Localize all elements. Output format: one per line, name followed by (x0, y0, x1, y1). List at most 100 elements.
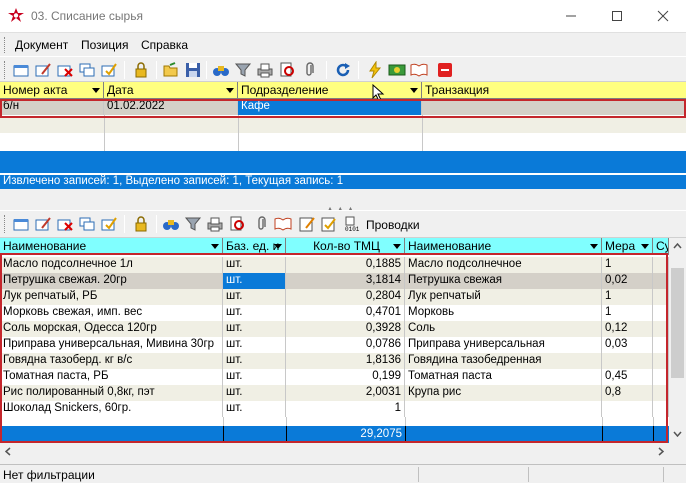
check-document-icon[interactable] (100, 61, 118, 79)
cell-name[interactable]: Приправа универсальная, Мивина 30гр (0, 337, 223, 353)
cell-name[interactable]: Морковь свежая, имп. вес (0, 305, 223, 321)
attachment-icon[interactable] (300, 61, 318, 79)
cell-date[interactable]: 01.02.2022 (104, 99, 238, 115)
cell-quantity[interactable]: 0,199 (286, 369, 405, 385)
col-header-name2[interactable]: Наименование (405, 238, 602, 255)
cell-unit[interactable]: шт. (223, 353, 286, 369)
check-list-icon[interactable] (320, 215, 338, 233)
dropdown-arrow-icon[interactable] (410, 88, 418, 93)
edit-position-icon[interactable] (34, 215, 52, 233)
delete-document-icon[interactable] (56, 61, 74, 79)
dropdown-arrow-icon[interactable] (393, 244, 401, 249)
col-header-name[interactable]: Наименование (0, 238, 223, 255)
cell-department[interactable]: Кафе (238, 99, 422, 115)
book-icon[interactable] (274, 215, 292, 233)
cell-unit[interactable]: шт. (223, 257, 286, 273)
vertical-scrollbar[interactable] (669, 238, 686, 443)
copy-document-icon[interactable] (78, 61, 96, 79)
dropdown-arrow-icon[interactable] (226, 88, 234, 93)
check-position-icon[interactable] (100, 215, 118, 233)
cell-unit[interactable]: шт. (223, 305, 286, 321)
cell-name2[interactable]: Лук репчатый (405, 289, 602, 305)
cell-measure[interactable] (602, 353, 653, 369)
open-folder-icon[interactable] (162, 61, 180, 79)
cell-unit[interactable]: шт. (223, 321, 286, 337)
col-header-base-unit[interactable]: Баз. ед. и (223, 238, 286, 255)
cell-quantity[interactable]: 1 (286, 401, 405, 417)
cell-sum[interactable] (653, 369, 669, 385)
menu-document[interactable]: Документ (15, 38, 68, 52)
col-header-sum[interactable]: Су (653, 238, 669, 255)
cell-sum[interactable] (653, 321, 669, 337)
cell-name[interactable]: Масло подсолнечное 1л (0, 257, 223, 273)
money-icon[interactable] (388, 61, 406, 79)
lock-icon[interactable] (132, 61, 150, 79)
cell-act-number[interactable]: б/н (0, 99, 104, 115)
cell-measure[interactable]: 0,12 (602, 321, 653, 337)
filter-icon[interactable] (184, 215, 202, 233)
cell-name[interactable]: Соль морская, Одесса 120гр (0, 321, 223, 337)
new-position-icon[interactable] (12, 215, 30, 233)
filter-icon[interactable] (234, 61, 252, 79)
menu-help[interactable]: Справка (141, 38, 188, 52)
cell-measure[interactable]: 0,02 (602, 273, 653, 289)
new-document-icon[interactable] (12, 61, 30, 79)
col-header-quantity[interactable]: Кол-во ТМЦ (286, 238, 405, 255)
cell-name2[interactable]: Томатная паста (405, 369, 602, 385)
cell-name2[interactable]: Соль (405, 321, 602, 337)
col-header-measure[interactable]: Мера (602, 238, 653, 255)
cell-quantity[interactable]: 0,2804 (286, 289, 405, 305)
attachment-icon[interactable] (252, 215, 270, 233)
dropdown-arrow-icon[interactable] (211, 244, 219, 249)
col-header-date[interactable]: Дата (104, 82, 238, 99)
cell-name2[interactable] (405, 401, 602, 417)
cell-name2[interactable]: Масло подсолнечное (405, 257, 602, 273)
col-header-act-number[interactable]: Номер акта (0, 82, 104, 99)
cell-name[interactable]: Говядна тазоберд. кг в/с (0, 353, 223, 369)
cell-measure[interactable] (602, 401, 653, 417)
cell-measure[interactable]: 1 (602, 305, 653, 321)
postings-button[interactable]: Проводки (366, 218, 420, 232)
dropdown-arrow-icon[interactable] (590, 244, 598, 249)
print-icon[interactable] (256, 61, 274, 79)
cell-name2[interactable]: Петрушка свежая (405, 273, 602, 289)
cell-sum[interactable] (653, 385, 669, 401)
cell-quantity[interactable]: 0,4701 (286, 305, 405, 321)
cell-name2[interactable]: Крупа рис (405, 385, 602, 401)
dropdown-arrow-icon[interactable] (641, 244, 649, 249)
close-button[interactable] (640, 0, 686, 32)
splitter[interactable]: ▴ ▴ ▴ (0, 189, 686, 213)
print-icon[interactable] (206, 215, 224, 233)
cell-measure[interactable]: 0,03 (602, 337, 653, 353)
cell-quantity[interactable]: 1,8136 (286, 353, 405, 369)
print-preview-icon[interactable] (278, 61, 296, 79)
delete-position-icon[interactable] (56, 215, 74, 233)
menu-position[interactable]: Позиция (81, 38, 128, 52)
cell-unit[interactable]: шт. (223, 273, 286, 289)
print-preview-icon[interactable] (228, 215, 246, 233)
dropdown-arrow-icon[interactable] (274, 244, 282, 249)
scroll-left-icon[interactable] (5, 447, 11, 456)
scroll-up-icon[interactable] (673, 243, 682, 249)
cell-quantity[interactable]: 0,0786 (286, 337, 405, 353)
cell-measure[interactable]: 1 (602, 289, 653, 305)
stop-icon[interactable] (436, 61, 454, 79)
cell-measure[interactable]: 0,45 (602, 369, 653, 385)
cell-name2[interactable]: Говядина тазобедренная (405, 353, 602, 369)
scroll-down-icon[interactable] (673, 431, 682, 437)
maximize-button[interactable] (594, 0, 640, 32)
dropdown-arrow-icon[interactable] (92, 88, 100, 93)
cell-quantity[interactable]: 0,1885 (286, 257, 405, 273)
minimize-button[interactable] (548, 0, 594, 32)
cell-name[interactable]: Петрушка свежая. 20гр (0, 273, 223, 289)
cell-sum[interactable] (653, 401, 669, 417)
cell-quantity[interactable]: 0,3928 (286, 321, 405, 337)
col-header-department[interactable]: Подразделение (238, 82, 422, 99)
cell-unit[interactable]: шт. (223, 337, 286, 353)
book-icon[interactable] (410, 61, 428, 79)
save-icon[interactable] (184, 61, 202, 79)
copy-position-icon[interactable] (78, 215, 96, 233)
cell-sum[interactable] (653, 305, 669, 321)
cell-quantity[interactable]: 3,1814 (286, 273, 405, 289)
binoculars-icon[interactable] (162, 215, 180, 233)
